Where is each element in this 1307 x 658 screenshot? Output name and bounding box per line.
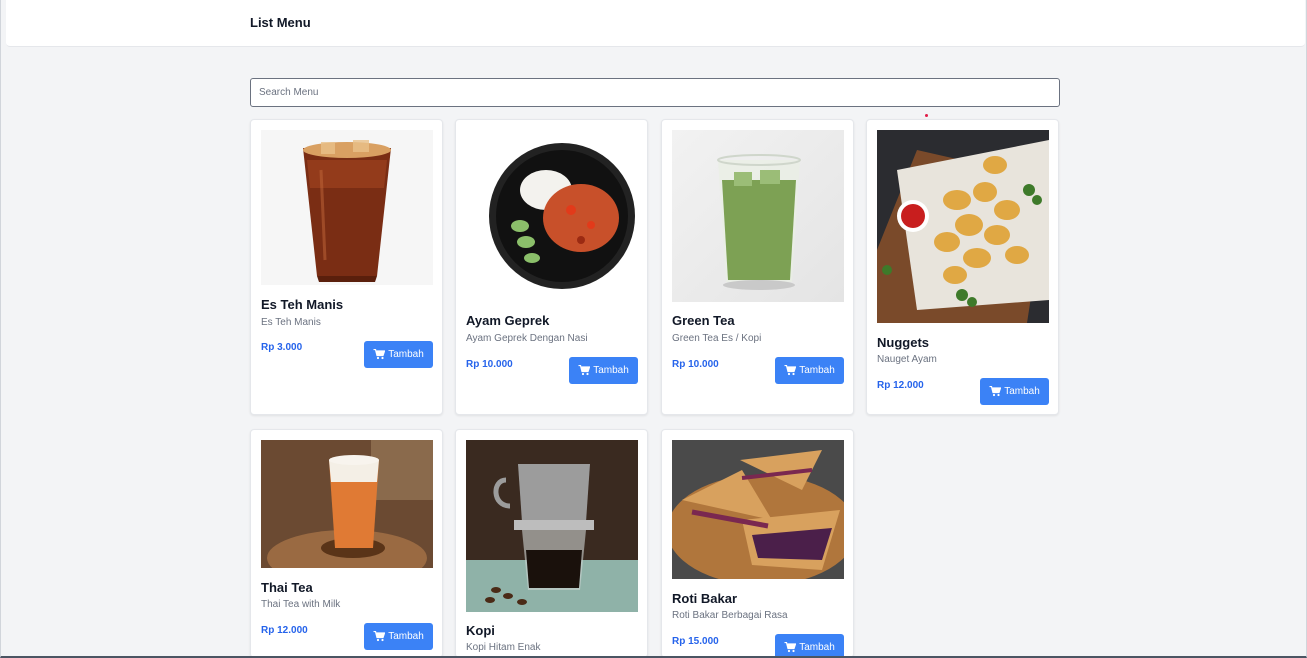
button-label: Tambah: [799, 642, 835, 653]
menu-price: Rp 10.000: [672, 359, 719, 370]
menu-image-roti-bakar: [672, 440, 844, 579]
menu-description: Nauget Ayam: [877, 354, 937, 365]
top-navbar: List Menu: [6, 0, 1305, 47]
menu-name: Green Tea: [672, 313, 735, 328]
menu-price: Rp 3.000: [261, 342, 303, 353]
add-to-cart-button[interactable]: Tambah: [364, 623, 433, 650]
menu-description: Green Tea Es / Kopi: [672, 333, 762, 344]
menu-image-nuggets: [877, 130, 1049, 323]
menu-card-green-tea: Green Tea Green Tea Es / Kopi Rp 10.000 …: [661, 119, 854, 415]
menu-name: Es Teh Manis: [261, 297, 344, 312]
shopping-cart-icon: [989, 386, 1002, 397]
menu-description: Ayam Geprek Dengan Nasi: [466, 333, 588, 344]
shopping-cart-icon: [373, 349, 386, 360]
button-label: Tambah: [1004, 386, 1040, 397]
indicator-dot: [925, 114, 928, 117]
menu-name: Kopi: [466, 623, 495, 638]
menu-description: Es Teh Manis: [261, 317, 321, 328]
menu-card-ayam-geprek: Ayam Geprek Ayam Geprek Dengan Nasi Rp 1…: [455, 119, 648, 415]
menu-price: Rp 12.000: [261, 625, 308, 636]
shopping-cart-icon: [373, 631, 386, 642]
menu-card-roti-bakar: Roti Bakar Roti Bakar Berbagai Rasa Rp 1…: [661, 429, 854, 658]
menu-name: Ayam Geprek: [466, 313, 550, 328]
menu-image-ayam-geprek: [466, 130, 638, 302]
menu-card-es-teh-manis: Es Teh Manis Es Teh Manis Rp 3.000 Tamba…: [250, 119, 443, 415]
menu-description: Roti Bakar Berbagai Rasa: [672, 610, 788, 621]
menu-description: Kopi Hitam Enak: [466, 642, 541, 653]
button-label: Tambah: [593, 365, 629, 376]
shopping-cart-icon: [784, 642, 797, 653]
shopping-cart-icon: [578, 365, 591, 376]
menu-price: Rp 15.000: [672, 636, 719, 647]
search-input[interactable]: [250, 78, 1060, 107]
button-label: Tambah: [388, 631, 424, 642]
button-label: Tambah: [799, 365, 835, 376]
menu-image-kopi: [466, 440, 638, 612]
menu-image-es-teh: [261, 130, 433, 285]
page-title: List Menu: [250, 15, 311, 30]
shopping-cart-icon: [784, 365, 797, 376]
menu-price: Rp 10.000: [466, 359, 513, 370]
menu-image-thai-tea: [261, 440, 433, 568]
add-to-cart-button[interactable]: Tambah: [980, 378, 1049, 405]
menu-image-green-tea: [672, 130, 844, 302]
add-to-cart-button[interactable]: Tambah: [364, 341, 433, 368]
menu-name: Roti Bakar: [672, 591, 738, 606]
add-to-cart-button[interactable]: Tambah: [569, 357, 638, 384]
add-to-cart-button[interactable]: Tambah: [775, 634, 844, 657]
menu-card-nuggets: Nuggets Nauget Ayam Rp 12.000 Tambah: [866, 119, 1059, 415]
add-to-cart-button[interactable]: Tambah: [775, 357, 844, 384]
menu-card-thai-tea: Thai Tea Thai Tea with Milk Rp 12.000 Ta…: [250, 429, 443, 658]
button-label: Tambah: [388, 349, 424, 360]
menu-name: Nuggets: [877, 335, 929, 350]
menu-description: Thai Tea with Milk: [261, 599, 341, 610]
menu-card-kopi: Kopi Kopi Hitam Enak: [455, 429, 648, 658]
menu-price: Rp 12.000: [877, 380, 924, 391]
menu-name: Thai Tea: [261, 580, 313, 595]
